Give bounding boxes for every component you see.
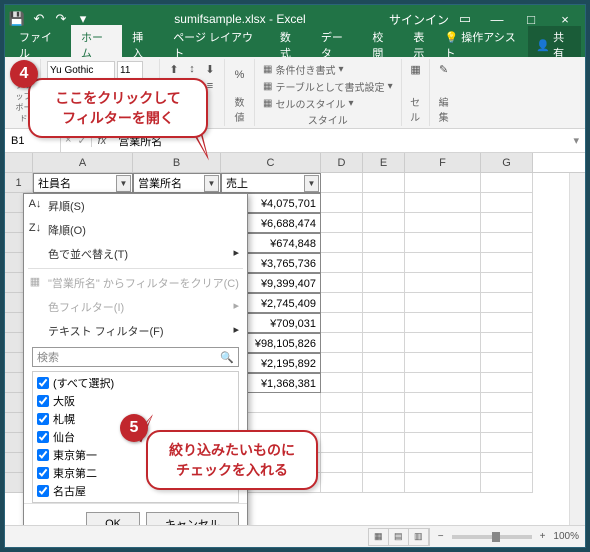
filter-check-all[interactable]: (すべて選択) [35,374,236,392]
sort-by-color-item[interactable]: 色で並べ替え(T)▸ [24,242,247,266]
cell-C1[interactable]: 売上▼ [221,173,321,193]
align-top-icon[interactable]: ⬆ [166,61,182,77]
ribbon-tabs: ファイル ホーム 挿入 ページ レイアウト 数式 データ 校閲 表示 💡 操作ア… [5,33,585,57]
filter-search-input[interactable]: 検索🔍 [32,347,239,367]
group-edit-label: 編集 [436,94,452,124]
filter-check-item[interactable]: 大阪 [35,392,236,410]
font-size-select[interactable] [117,61,143,79]
format-as-table-button[interactable]: ▦ テーブルとして書式設定 ▾ [261,78,395,95]
select-all-corner[interactable] [5,153,33,172]
search-icon: 🔍 [220,351,234,364]
page-layout-view-icon[interactable]: ▤ [389,529,409,545]
cell-E1[interactable] [363,173,405,193]
col-header-A[interactable]: A [33,153,133,172]
conditional-format-button[interactable]: ▦ 条件付き書式 ▾ [261,61,395,78]
annotation-badge-4: 4 [10,60,38,88]
cell-F1[interactable] [405,173,481,193]
sort-asc-icon: A↓ [28,198,42,210]
col-header-G[interactable]: G [481,153,533,172]
col-header-E[interactable]: E [363,153,405,172]
cell-D1[interactable] [321,173,363,193]
col-header-F[interactable]: F [405,153,481,172]
annotation-callout-2: 絞り込みたいものに チェックを入れる [146,430,318,490]
col-header-C[interactable]: C [221,153,321,172]
editing-icon[interactable]: ✎ [436,61,452,77]
ribbon-options-icon[interactable]: ▭ [457,11,473,27]
vertical-scrollbar[interactable] [569,173,585,525]
align-bottom-icon[interactable]: ⬇ [202,61,218,77]
zoom-out-button[interactable]: − [438,531,444,542]
text-filter-item[interactable]: テキスト フィルター(F)▸ [24,319,247,343]
normal-view-icon[interactable]: ▦ [369,529,389,545]
clear-filter-item: ▦"営業所名" からフィルターをクリア(C) [24,271,247,295]
sort-desc-icon: Z↓ [28,222,42,234]
col-header-D[interactable]: D [321,153,363,172]
font-name-select[interactable] [47,61,115,79]
statusbar: ▦ ▤ ▥ − + 100% [5,525,585,547]
zoom-level[interactable]: 100% [553,531,579,542]
cell-G1[interactable] [481,173,533,193]
clear-filter-icon: ▦ [28,275,42,288]
cells-icon[interactable]: ▦ [408,61,424,77]
window-title: sumifsample.xlsx - Excel [91,12,389,26]
annotation-callout-1: ここをクリックして フィルターを開く [28,78,208,138]
group-number-label: 数値 [231,94,248,124]
filter-dropdown-C[interactable]: ▼ [304,175,319,192]
filter-dropdown-B[interactable]: ▼ [204,175,219,192]
annotation-badge-5: 5 [120,414,148,442]
align-middle-icon[interactable]: ↕ [184,61,200,77]
cell-A1[interactable]: 社員名▼ [33,173,133,193]
group-styles-label: スタイル [261,112,395,127]
filter-ok-button[interactable]: OK [86,512,140,525]
sort-asc-item[interactable]: A↓昇順(S) [24,194,247,218]
number-format-icon[interactable]: % [232,67,248,83]
group-cells-label: セル [408,94,423,124]
page-break-view-icon[interactable]: ▥ [409,529,429,545]
sort-desc-item[interactable]: Z↓降順(O) [24,218,247,242]
row-header-1[interactable]: 1 [5,173,33,193]
color-filter-item: 色フィルター(I)▸ [24,295,247,319]
cell-B1[interactable]: 営業所名▼ [133,173,221,193]
filter-cancel-button[interactable]: キャンセル [146,512,239,525]
zoom-in-button[interactable]: + [540,531,546,542]
filter-dropdown-A[interactable]: ▼ [116,175,131,192]
zoom-slider[interactable] [452,535,532,539]
cell-styles-button[interactable]: ▦ セルのスタイル ▾ [261,95,395,112]
formula-expand-icon[interactable]: ▾ [567,134,585,147]
